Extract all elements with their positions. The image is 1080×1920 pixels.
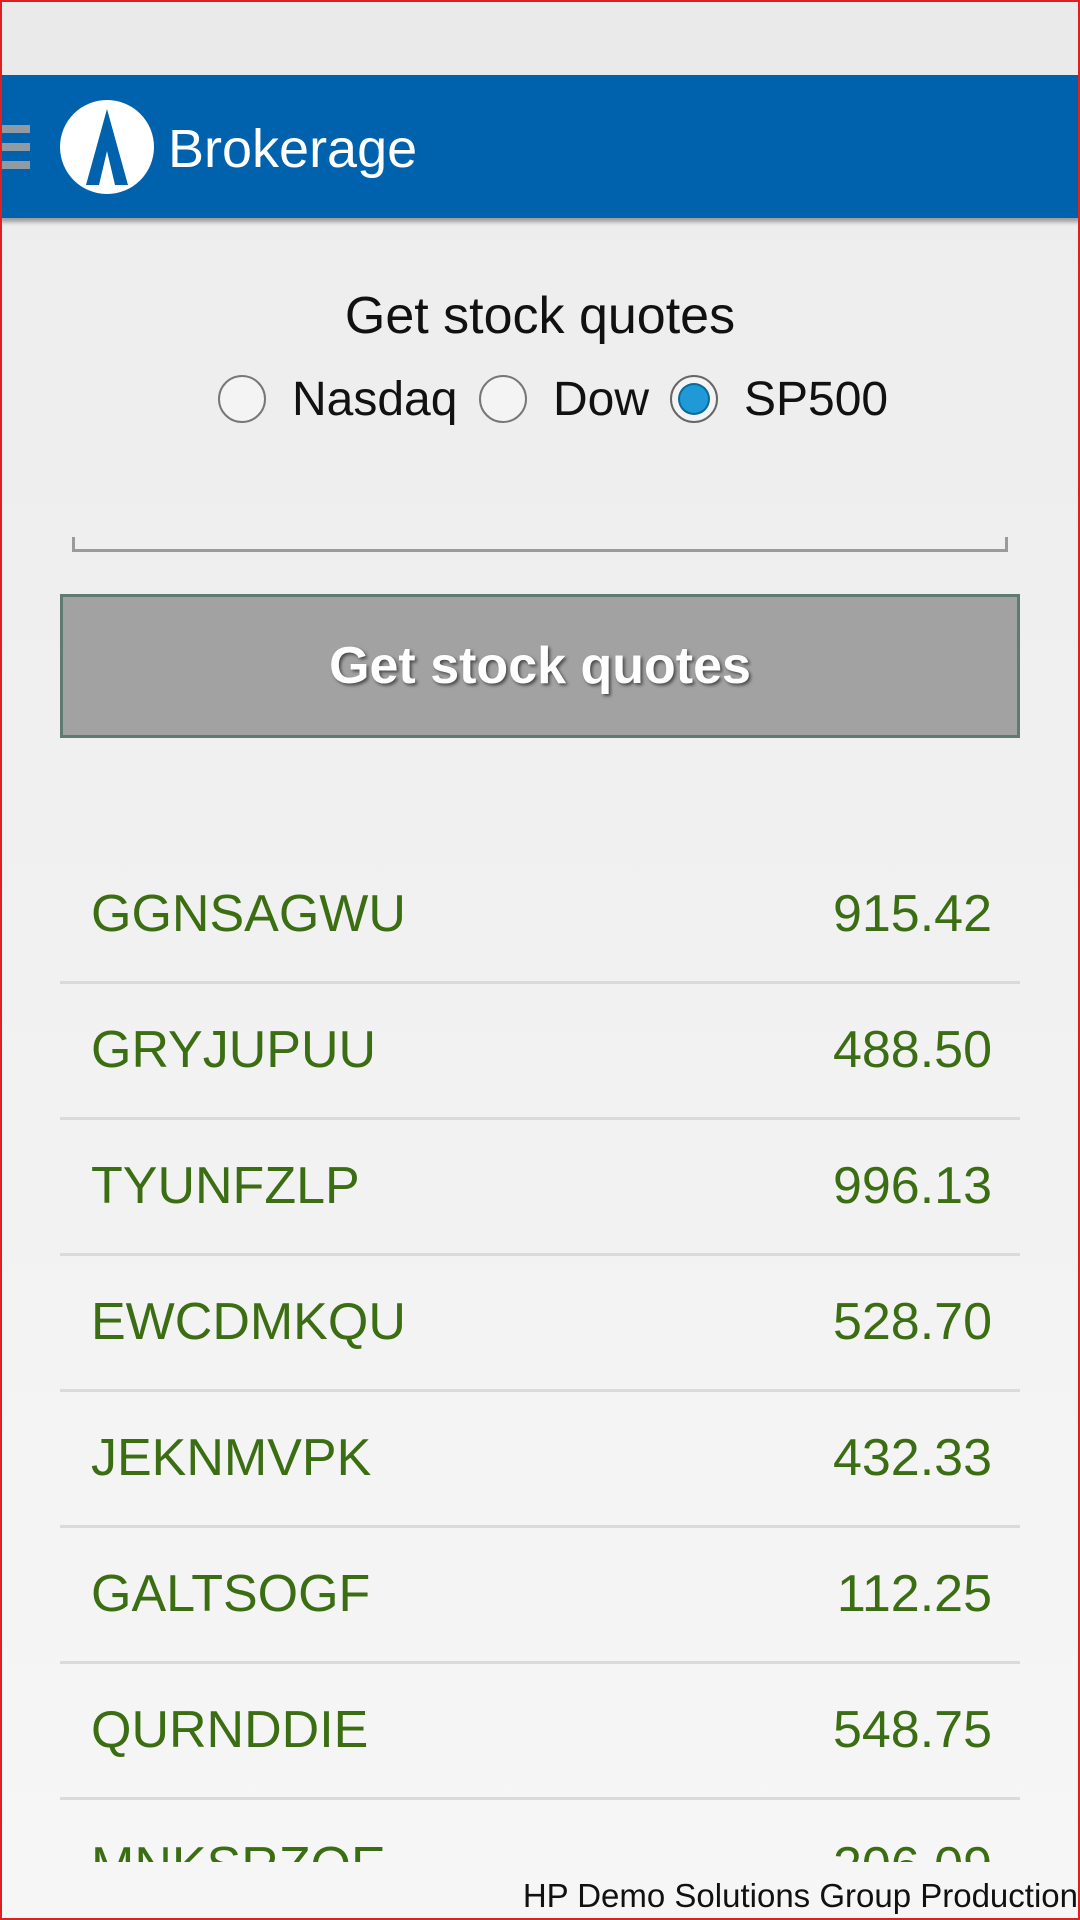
symbol-input-field[interactable] xyxy=(72,520,1008,552)
quote-row[interactable]: EWCDMKQU 528.70 xyxy=(60,1256,1020,1392)
quote-row[interactable]: TYUNFZLP 996.13 xyxy=(60,1120,1020,1256)
quote-price: 206.09 xyxy=(833,1834,992,1862)
get-stock-quotes-button[interactable]: Get stock quotes xyxy=(60,594,1020,738)
quote-price: 112.25 xyxy=(836,1565,992,1623)
app-title: Brokerage xyxy=(168,119,418,179)
quote-row[interactable]: MNKSRZOE 206.09 xyxy=(60,1800,1020,1862)
quote-price: 915.42 xyxy=(832,885,992,943)
radio-sp500[interactable] xyxy=(670,375,718,423)
brokerage-logo-icon xyxy=(59,99,155,195)
quote-row[interactable]: GGNSAGWU 915.42 xyxy=(60,848,1020,984)
app-bar xyxy=(0,75,1080,218)
quote-symbol: JEKNMVPK xyxy=(91,1429,372,1487)
quote-symbol: GGNSAGWU xyxy=(91,885,406,943)
quote-price: 996.13 xyxy=(832,1157,992,1215)
quote-symbol: EWCDMKQU xyxy=(91,1293,406,1351)
quote-symbol: MNKSRZOE xyxy=(91,1834,386,1862)
symbol-input[interactable] xyxy=(78,520,1002,550)
quote-symbol: TYUNFZLP xyxy=(91,1157,360,1215)
form-heading: Get stock quotes xyxy=(344,287,736,345)
quote-row[interactable]: GALTSOGF 112.25 xyxy=(60,1528,1020,1664)
quote-symbol: QURNDDIE xyxy=(91,1701,369,1759)
radio-label-sp500[interactable]: SP500 xyxy=(744,370,888,430)
hamburger-menu-icon[interactable] xyxy=(0,125,30,169)
quote-price: 528.70 xyxy=(832,1293,992,1351)
quote-row[interactable]: JEKNMVPK 432.33 xyxy=(60,1392,1020,1528)
quote-row[interactable]: QURNDDIE 548.75 xyxy=(60,1664,1020,1800)
quote-list[interactable]: GGNSAGWU 915.42 GRYJUPUU 488.50 TYUNFZLP… xyxy=(60,848,1020,1862)
quote-price: 548.75 xyxy=(832,1701,992,1759)
radio-nasdaq[interactable] xyxy=(218,375,266,423)
radio-label-dow[interactable]: Dow xyxy=(553,370,649,430)
radio-dow[interactable] xyxy=(479,375,527,423)
status-bar xyxy=(0,0,1080,75)
quote-symbol: GRYJUPUU xyxy=(91,1021,377,1079)
quote-price: 488.50 xyxy=(832,1021,992,1079)
footer-credit: HP Demo Solutions Group Production xyxy=(522,1877,1078,1914)
quote-row[interactable]: GRYJUPUU 488.50 xyxy=(60,984,1020,1120)
exchange-radio-group: Nasdaq Dow SP500 xyxy=(0,370,1080,430)
quote-symbol: GALTSOGF xyxy=(91,1565,371,1623)
radio-label-nasdaq[interactable]: Nasdaq xyxy=(292,370,457,430)
quote-price: 432.33 xyxy=(832,1429,992,1487)
